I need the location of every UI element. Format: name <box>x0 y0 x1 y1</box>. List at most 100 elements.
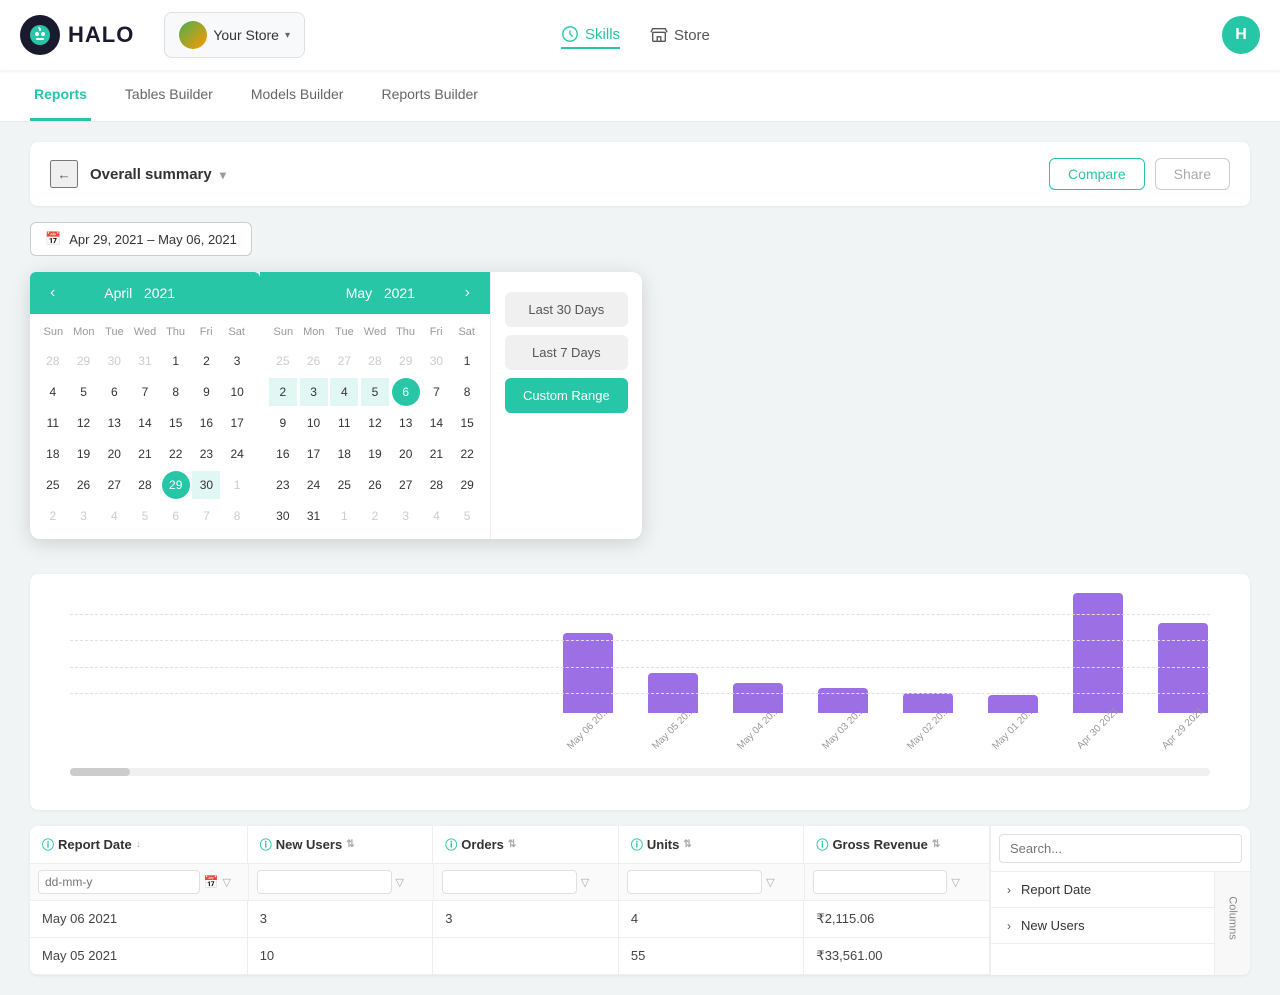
calendar-day[interactable]: 25 <box>269 347 297 375</box>
calendar-day[interactable]: 28 <box>422 471 450 499</box>
new-users-filter-input[interactable] <box>257 870 392 894</box>
chart-bar[interactable] <box>1158 623 1208 713</box>
calendar-day[interactable]: 16 <box>269 440 297 468</box>
calendar-day[interactable]: 25 <box>39 471 67 499</box>
calendar-day[interactable]: 1 <box>453 347 481 375</box>
filter-icon[interactable]: ▽ <box>766 876 774 889</box>
calendar-day[interactable]: 25 <box>330 471 358 499</box>
calendar-day[interactable]: 7 <box>192 502 220 530</box>
calendar-day[interactable]: 11 <box>330 409 358 437</box>
calendar-day[interactable]: 6 <box>162 502 190 530</box>
calendar-day[interactable]: 1 <box>330 502 358 530</box>
calendar-day[interactable]: 16 <box>192 409 220 437</box>
subnav-reports[interactable]: Reports <box>30 70 91 121</box>
calendar-day[interactable]: 4 <box>330 378 358 406</box>
calendar-day[interactable]: 17 <box>223 409 251 437</box>
sort-icon[interactable]: ↓ <box>136 839 141 850</box>
search-input[interactable] <box>999 834 1242 863</box>
calendar-day[interactable]: 26 <box>361 471 389 499</box>
calendar-day[interactable]: 9 <box>269 409 297 437</box>
calendar-day[interactable]: 4 <box>100 502 128 530</box>
subnav-tables-builder[interactable]: Tables Builder <box>121 70 217 121</box>
calendar-day[interactable]: 7 <box>131 378 159 406</box>
sort-icon[interactable]: ⇅ <box>508 839 516 850</box>
calendar-day[interactable]: 19 <box>361 440 389 468</box>
filter-icon[interactable]: ▽ <box>951 876 959 889</box>
calendar-day[interactable]: 1 <box>223 471 251 499</box>
nav-store[interactable]: Store <box>650 22 710 48</box>
calendar-day[interactable]: 31 <box>131 347 159 375</box>
calendar-day[interactable]: 28 <box>39 347 67 375</box>
calendar-day[interactable]: 13 <box>392 409 420 437</box>
calendar-day[interactable]: 18 <box>330 440 358 468</box>
prev-month-button[interactable]: ‹ <box>44 282 61 304</box>
calendar-day[interactable]: 31 <box>300 502 328 530</box>
scrollbar-thumb[interactable] <box>70 768 130 776</box>
calendar-day[interactable]: 18 <box>39 440 67 468</box>
calendar-day[interactable]: 2 <box>269 378 297 406</box>
calendar-day[interactable]: 30 <box>192 471 220 499</box>
orders-filter-input[interactable] <box>442 870 577 894</box>
calendar-day[interactable]: 11 <box>39 409 67 437</box>
next-month-button[interactable]: › <box>459 282 476 304</box>
calendar-day[interactable]: 15 <box>453 409 481 437</box>
calendar-day[interactable]: 5 <box>131 502 159 530</box>
calendar-day[interactable]: 23 <box>192 440 220 468</box>
units-filter-input[interactable] <box>627 870 762 894</box>
calendar-day[interactable]: 8 <box>453 378 481 406</box>
calendar-day[interactable]: 4 <box>39 378 67 406</box>
calendar-day[interactable]: 8 <box>223 502 251 530</box>
expand-report-date[interactable]: › Report Date <box>991 872 1214 908</box>
columns-label[interactable]: Columns <box>1227 896 1239 939</box>
calendar-day[interactable]: 2 <box>39 502 67 530</box>
calendar-day[interactable]: 5 <box>453 502 481 530</box>
back-button[interactable]: ← <box>50 160 78 188</box>
calendar-day[interactable]: 2 <box>361 502 389 530</box>
calendar-day[interactable]: 19 <box>70 440 98 468</box>
calendar-day[interactable]: 15 <box>162 409 190 437</box>
calendar-day[interactable]: 22 <box>162 440 190 468</box>
columns-panel[interactable]: Columns <box>1214 872 1250 975</box>
calendar-day[interactable]: 27 <box>330 347 358 375</box>
calendar-day[interactable]: 20 <box>100 440 128 468</box>
calendar-day[interactable]: 3 <box>223 347 251 375</box>
calendar-day[interactable]: 27 <box>392 471 420 499</box>
expand-new-users[interactable]: › New Users <box>991 908 1214 944</box>
calendar-day[interactable]: 21 <box>422 440 450 468</box>
calendar-day[interactable]: 3 <box>70 502 98 530</box>
calendar-day[interactable]: 14 <box>131 409 159 437</box>
calendar-day[interactable]: 13 <box>100 409 128 437</box>
avatar[interactable]: H <box>1222 16 1260 54</box>
calendar-day[interactable]: 6 <box>100 378 128 406</box>
compare-button[interactable]: Compare <box>1049 158 1145 190</box>
filter-icon[interactable]: ▽ <box>396 876 404 889</box>
date-filter-input[interactable] <box>38 870 200 894</box>
filter-icon[interactable]: ▽ <box>222 876 230 889</box>
sort-icon[interactable]: ⇅ <box>932 839 940 850</box>
calendar-day[interactable]: 5 <box>361 378 389 406</box>
last-30-days-button[interactable]: Last 30 Days <box>505 292 628 327</box>
calendar-day[interactable]: 29 <box>162 471 190 499</box>
calendar-day[interactable]: 14 <box>422 409 450 437</box>
date-range-input[interactable]: 📅 Apr 29, 2021 – May 06, 2021 <box>30 222 252 256</box>
calendar-day[interactable]: 5 <box>70 378 98 406</box>
subnav-reports-builder[interactable]: Reports Builder <box>377 70 482 121</box>
calendar-filter-icon[interactable]: 📅 <box>204 875 219 889</box>
calendar-day[interactable]: 24 <box>300 471 328 499</box>
calendar-day[interactable]: 30 <box>422 347 450 375</box>
chart-bar[interactable] <box>563 633 613 713</box>
calendar-day[interactable]: 28 <box>131 471 159 499</box>
custom-range-button[interactable]: Custom Range <box>505 378 628 413</box>
calendar-day[interactable]: 9 <box>192 378 220 406</box>
calendar-day[interactable]: 26 <box>70 471 98 499</box>
calendar-day[interactable]: 22 <box>453 440 481 468</box>
calendar-day[interactable]: 3 <box>300 378 328 406</box>
calendar-day[interactable]: 6 <box>392 378 420 406</box>
calendar-day[interactable]: 29 <box>392 347 420 375</box>
calendar-day[interactable]: 27 <box>100 471 128 499</box>
sort-icon[interactable]: ⇅ <box>346 839 354 850</box>
calendar-day[interactable]: 4 <box>422 502 450 530</box>
calendar-day[interactable]: 29 <box>70 347 98 375</box>
sort-icon[interactable]: ⇅ <box>683 839 691 850</box>
calendar-day[interactable]: 21 <box>131 440 159 468</box>
